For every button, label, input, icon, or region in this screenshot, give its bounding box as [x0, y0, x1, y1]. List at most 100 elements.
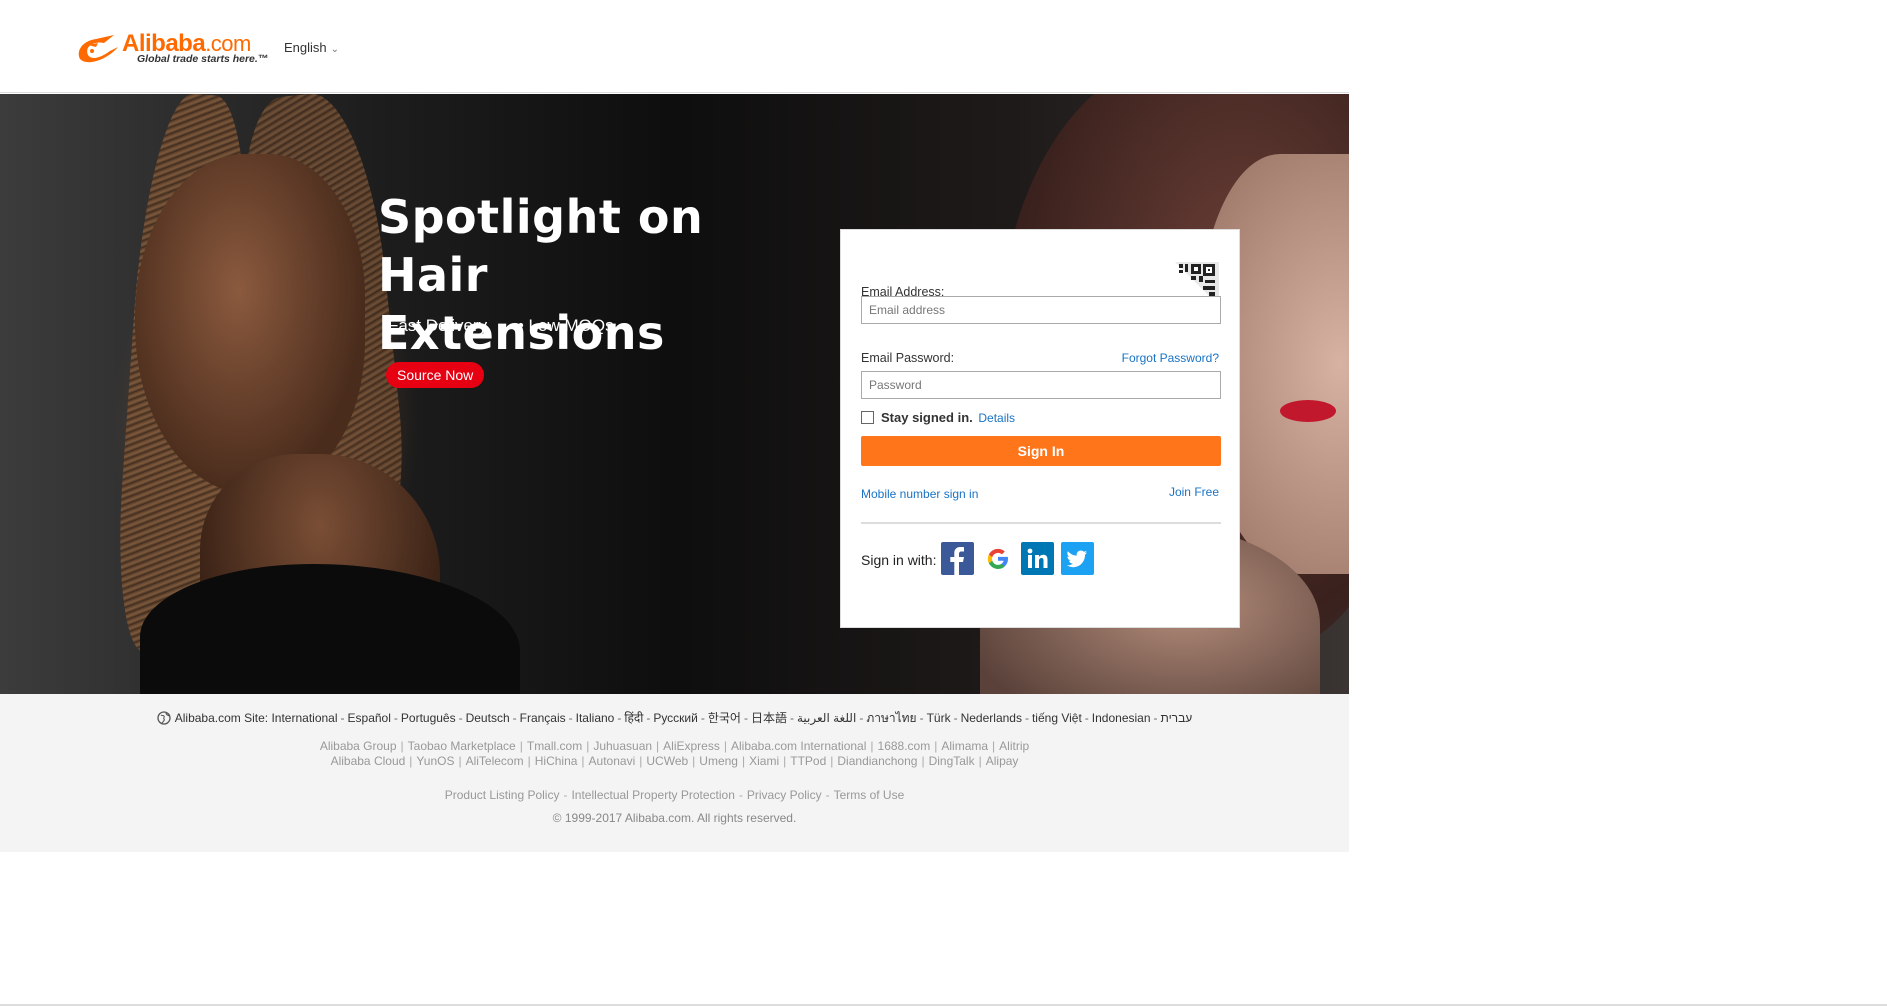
- link-separator: |: [639, 754, 643, 768]
- link-separator: |: [586, 739, 590, 753]
- group-site-link[interactable]: Taobao Marketplace: [408, 739, 516, 753]
- group-site-link[interactable]: 1688.com: [878, 739, 931, 753]
- link-separator: -: [789, 711, 794, 725]
- policy-links: Product Listing Policy - Intellectual Prop…: [0, 788, 1349, 802]
- password-input[interactable]: [861, 371, 1221, 399]
- group-site-link[interactable]: TTPod: [790, 754, 826, 768]
- language-selector[interactable]: English ⌄: [284, 40, 339, 55]
- email-input[interactable]: [861, 296, 1221, 324]
- hero-banner: Spotlight on Hair Extensions •Fast Deliv…: [0, 94, 1349, 694]
- link-separator: |: [400, 739, 404, 753]
- stay-signed-in-row: Stay signed in. Details: [861, 410, 1015, 425]
- link-separator: |: [656, 739, 660, 753]
- link-separator: -: [825, 788, 830, 802]
- join-free-link[interactable]: Join Free: [1169, 485, 1219, 499]
- group-site-link[interactable]: AliExpress: [663, 739, 720, 753]
- site-language-link[interactable]: Pусский: [653, 711, 698, 725]
- twitter-icon[interactable]: [1061, 542, 1094, 575]
- link-separator: |: [527, 754, 531, 768]
- promo-title-line-1: Spotlight on: [378, 190, 704, 244]
- site-language-link[interactable]: Français: [520, 711, 566, 725]
- chevron-down-icon: ⌄: [330, 44, 340, 55]
- hero-image-model-left-face: [135, 154, 365, 494]
- source-now-button[interactable]: Source Now: [386, 362, 485, 388]
- site-language-link[interactable]: Indonesian: [1092, 711, 1151, 725]
- site-language-link[interactable]: 日本語: [751, 711, 787, 725]
- group-links-row-2: Alibaba Cloud | YunOS | AliTelecom | HiChina | A…: [0, 754, 1349, 768]
- copyright-text: © 1999-2017 Alibaba.com. All rights rese…: [552, 811, 797, 825]
- stay-signed-in-label: Stay signed in.: [881, 410, 973, 425]
- link-separator: |: [409, 754, 413, 768]
- promo-bullet-low-moqs: • Low MOQs: [517, 316, 614, 335]
- group-site-link[interactable]: AliTelecom: [466, 754, 524, 768]
- group-site-link[interactable]: Alipay: [986, 754, 1019, 768]
- login-panel: Email Address: Email Password: Forgot Pa…: [840, 229, 1240, 628]
- group-site-link[interactable]: YunOS: [416, 754, 454, 768]
- group-site-link[interactable]: Alibaba.com International: [731, 739, 866, 753]
- link-separator: -: [700, 711, 705, 725]
- group-site-link[interactable]: DingTalk: [929, 754, 975, 768]
- site-language-link[interactable]: Italiano: [576, 711, 615, 725]
- link-separator: -: [919, 711, 924, 725]
- link-separator: |: [723, 739, 727, 753]
- link-separator: |: [992, 739, 996, 753]
- link-separator: -: [738, 788, 743, 802]
- group-site-link[interactable]: Alibaba Cloud: [331, 754, 406, 768]
- link-separator: |: [934, 739, 938, 753]
- link-separator: |: [783, 754, 787, 768]
- link-separator: |: [921, 754, 925, 768]
- policy-link[interactable]: Product Listing Policy: [445, 788, 560, 802]
- policy-link[interactable]: Privacy Policy: [747, 788, 822, 802]
- link-separator: |: [519, 739, 523, 753]
- policy-link[interactable]: Terms of Use: [834, 788, 905, 802]
- site-language-link[interactable]: 한국어: [708, 711, 741, 725]
- link-separator: -: [458, 711, 463, 725]
- link-separator: -: [1024, 711, 1029, 725]
- group-site-link[interactable]: Alitrip: [999, 739, 1029, 753]
- site-language-link[interactable]: ภาษาไทย: [866, 711, 916, 725]
- promo-bullets: •Fast Delivery • Low MOQs: [382, 316, 640, 336]
- link-separator: -: [953, 711, 958, 725]
- group-site-link[interactable]: Xiami: [749, 754, 779, 768]
- stay-signed-in-details-link[interactable]: Details: [978, 411, 1015, 425]
- link-separator: -: [512, 711, 517, 725]
- hero-image-model-left-shirt: [140, 564, 520, 694]
- globe-icon: [157, 711, 171, 725]
- alibaba-logo[interactable]: Alibaba.com Global trade starts here.™: [74, 30, 270, 70]
- site-language-link[interactable]: Português: [401, 711, 456, 725]
- site-language-link[interactable]: Deutsch: [466, 711, 510, 725]
- group-site-link[interactable]: HiChina: [535, 754, 578, 768]
- password-label: Email Password:: [861, 351, 955, 365]
- group-site-link[interactable]: UCWeb: [646, 754, 688, 768]
- group-site-link[interactable]: Alibaba Group: [320, 739, 397, 753]
- site-language-link[interactable]: Español: [348, 711, 391, 725]
- link-separator: |: [830, 754, 834, 768]
- link-separator: -: [743, 711, 748, 725]
- link-separator: -: [646, 711, 651, 725]
- linkedin-icon[interactable]: [1021, 542, 1054, 575]
- group-site-link[interactable]: Alimama: [941, 739, 988, 753]
- group-site-link[interactable]: Umeng: [699, 754, 738, 768]
- site-language-link[interactable]: International: [271, 711, 337, 725]
- group-site-link[interactable]: Autonavi: [589, 754, 636, 768]
- google-icon[interactable]: [981, 542, 1014, 575]
- group-site-link[interactable]: Diandianchong: [837, 754, 917, 768]
- site-language-link[interactable]: हिंदी: [624, 711, 643, 725]
- mobile-sign-in-link[interactable]: Mobile number sign in: [861, 487, 978, 501]
- forgot-password-link[interactable]: Forgot Password?: [1122, 351, 1219, 365]
- sign-in-button[interactable]: Sign In: [861, 436, 1221, 466]
- site-language-link[interactable]: tiếng Việt: [1032, 711, 1082, 725]
- policy-link[interactable]: Intellectual Property Protection: [571, 788, 734, 802]
- site-header: Alibaba.com Global trade starts here.™ E…: [0, 0, 1349, 93]
- site-language-link[interactable]: Nederlands: [961, 711, 1022, 725]
- link-separator: -: [859, 711, 864, 725]
- link-separator: -: [563, 788, 568, 802]
- group-site-link[interactable]: Tmall.com: [527, 739, 582, 753]
- link-separator: |: [581, 754, 585, 768]
- facebook-icon[interactable]: [941, 542, 974, 575]
- site-language-link[interactable]: עברית: [1161, 711, 1193, 725]
- site-language-link[interactable]: Türk: [927, 711, 951, 725]
- site-language-link[interactable]: اللغة العربية: [797, 711, 856, 725]
- stay-signed-in-checkbox[interactable]: [861, 411, 874, 424]
- group-site-link[interactable]: Juhuasuan: [593, 739, 652, 753]
